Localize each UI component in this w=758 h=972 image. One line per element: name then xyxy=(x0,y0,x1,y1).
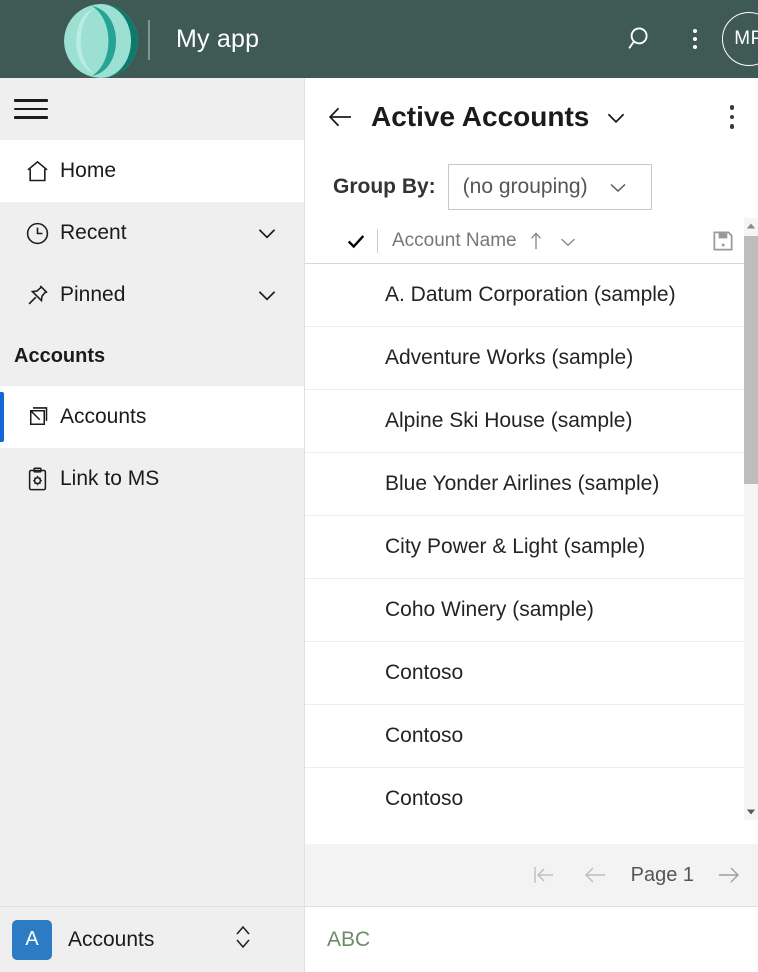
accounts-icon xyxy=(14,404,60,431)
back-button[interactable] xyxy=(319,95,363,139)
avatar-initials: MP xyxy=(734,28,758,50)
pagination-bar: Page 1 xyxy=(305,844,758,906)
area-switcher[interactable]: A Accounts xyxy=(0,906,304,972)
command-overflow-button[interactable] xyxy=(730,105,735,129)
scroll-down-button[interactable] xyxy=(744,804,758,820)
table-row[interactable]: Blue Yonder Airlines (sample) xyxy=(305,453,758,516)
table-row[interactable]: Contoso xyxy=(305,642,758,705)
sidebar-item-link-to-ms[interactable]: Link to MS xyxy=(0,448,304,510)
account-name-cell: Contoso xyxy=(385,724,463,748)
logo-divider xyxy=(148,20,150,60)
scroll-up-button[interactable] xyxy=(744,218,758,234)
sidebar-item-label: Link to MS xyxy=(60,467,159,491)
site-map-toggle-button[interactable] xyxy=(0,78,304,140)
checkmark-icon xyxy=(345,230,367,252)
save-view-button[interactable] xyxy=(710,228,736,259)
area-badge: A xyxy=(12,920,52,960)
column-header-row: Account Name xyxy=(305,218,758,264)
column-menu-button[interactable] xyxy=(557,230,579,252)
app-header-actions: MP xyxy=(614,0,758,78)
pin-icon xyxy=(14,282,60,309)
clipboard-gear-icon xyxy=(14,466,60,493)
first-page-icon xyxy=(530,862,558,888)
first-page-button[interactable] xyxy=(521,852,567,898)
account-name-cell: Coho Winery (sample) xyxy=(385,598,594,622)
account-name-cell: City Power & Light (sample) xyxy=(385,535,645,559)
table-row[interactable]: City Power & Light (sample) xyxy=(305,516,758,579)
home-icon xyxy=(14,158,60,185)
sidebar-item-recent[interactable]: Recent xyxy=(0,202,304,264)
view-header: Active Accounts xyxy=(305,78,758,156)
sidebar: Home Recent xyxy=(0,78,305,972)
chevron-down-icon[interactable] xyxy=(254,220,280,246)
app-logo[interactable] xyxy=(62,0,148,78)
status-text: ABC xyxy=(327,928,370,952)
status-bar: ABC xyxy=(305,906,758,972)
header-overflow-button[interactable] xyxy=(668,0,722,78)
sidebar-item-label: Recent xyxy=(60,221,127,245)
results-list: A. Datum Corporation (sample) Adventure … xyxy=(305,264,758,807)
sidebar-group-title: Accounts xyxy=(0,326,304,386)
table-row[interactable]: Coho Winery (sample) xyxy=(305,579,758,642)
sort-ascending-arrow-icon xyxy=(527,231,545,251)
app-title: My app xyxy=(176,25,259,54)
up-down-chevron-icon[interactable] xyxy=(230,922,256,957)
table-row[interactable]: Contoso xyxy=(305,768,758,807)
chevron-down-icon[interactable] xyxy=(254,282,280,308)
next-page-icon xyxy=(715,862,743,888)
chevron-down-icon xyxy=(603,104,629,130)
table-row[interactable]: Alpine Ski House (sample) xyxy=(305,390,758,453)
clock-icon xyxy=(14,220,60,247)
vertical-scroll-thumb[interactable] xyxy=(744,236,758,484)
group-by-value: (no grouping) xyxy=(463,175,588,199)
app-root: My app MP xyxy=(0,0,758,972)
account-name-cell: Alpine Ski House (sample) xyxy=(385,409,632,433)
app-logo-icon xyxy=(62,2,140,80)
area-switcher-label: Accounts xyxy=(68,928,154,952)
page-indicator: Page 1 xyxy=(625,864,700,887)
more-vertical-icon xyxy=(730,105,735,110)
sidebar-item-accounts[interactable]: Accounts xyxy=(0,386,304,448)
search-icon xyxy=(626,24,656,54)
group-by-row: Group By: (no grouping) xyxy=(305,156,758,218)
sidebar-item-label: Home xyxy=(60,159,116,183)
sidebar-item-pinned[interactable]: Pinned xyxy=(0,264,304,326)
save-floppy-icon xyxy=(710,228,736,254)
account-name-cell: Contoso xyxy=(385,787,463,807)
account-name-cell: Contoso xyxy=(385,661,463,685)
account-name-cell: A. Datum Corporation (sample) xyxy=(385,283,676,307)
group-by-label: Group By: xyxy=(333,175,436,199)
account-name-cell: Blue Yonder Airlines (sample) xyxy=(385,472,659,496)
chevron-down-icon xyxy=(606,175,630,199)
sidebar-item-home[interactable]: Home xyxy=(0,140,304,202)
page-title: Active Accounts xyxy=(371,101,589,133)
table-row[interactable]: Adventure Works (sample) xyxy=(305,327,758,390)
column-divider xyxy=(377,229,378,253)
previous-page-icon xyxy=(582,862,610,888)
select-all-checkbox[interactable] xyxy=(345,230,367,252)
column-header-account-name[interactable]: Account Name xyxy=(392,230,517,252)
more-vertical-icon xyxy=(693,29,697,49)
previous-page-button[interactable] xyxy=(573,852,619,898)
table-row[interactable]: Contoso xyxy=(305,705,758,768)
table-row[interactable]: A. Datum Corporation (sample) xyxy=(305,264,758,327)
account-name-cell: Adventure Works (sample) xyxy=(385,346,633,370)
scroll-down-icon xyxy=(746,807,756,817)
chevron-down-icon xyxy=(557,230,579,252)
avatar[interactable]: MP xyxy=(722,12,758,66)
vertical-scrollbar[interactable] xyxy=(744,218,758,820)
back-arrow-icon xyxy=(326,102,356,132)
sidebar-item-label: Pinned xyxy=(60,283,125,307)
view-selector-button[interactable] xyxy=(603,104,629,130)
app-header-bar: My app MP xyxy=(0,0,758,78)
hamburger-icon xyxy=(14,93,48,125)
group-by-select[interactable]: (no grouping) xyxy=(448,164,652,210)
main-content: Active Accounts Group By: (no grouping) xyxy=(305,78,758,972)
next-page-button[interactable] xyxy=(706,852,752,898)
scroll-up-icon xyxy=(746,221,756,231)
sidebar-item-label: Accounts xyxy=(60,405,146,429)
search-button[interactable] xyxy=(614,0,668,78)
